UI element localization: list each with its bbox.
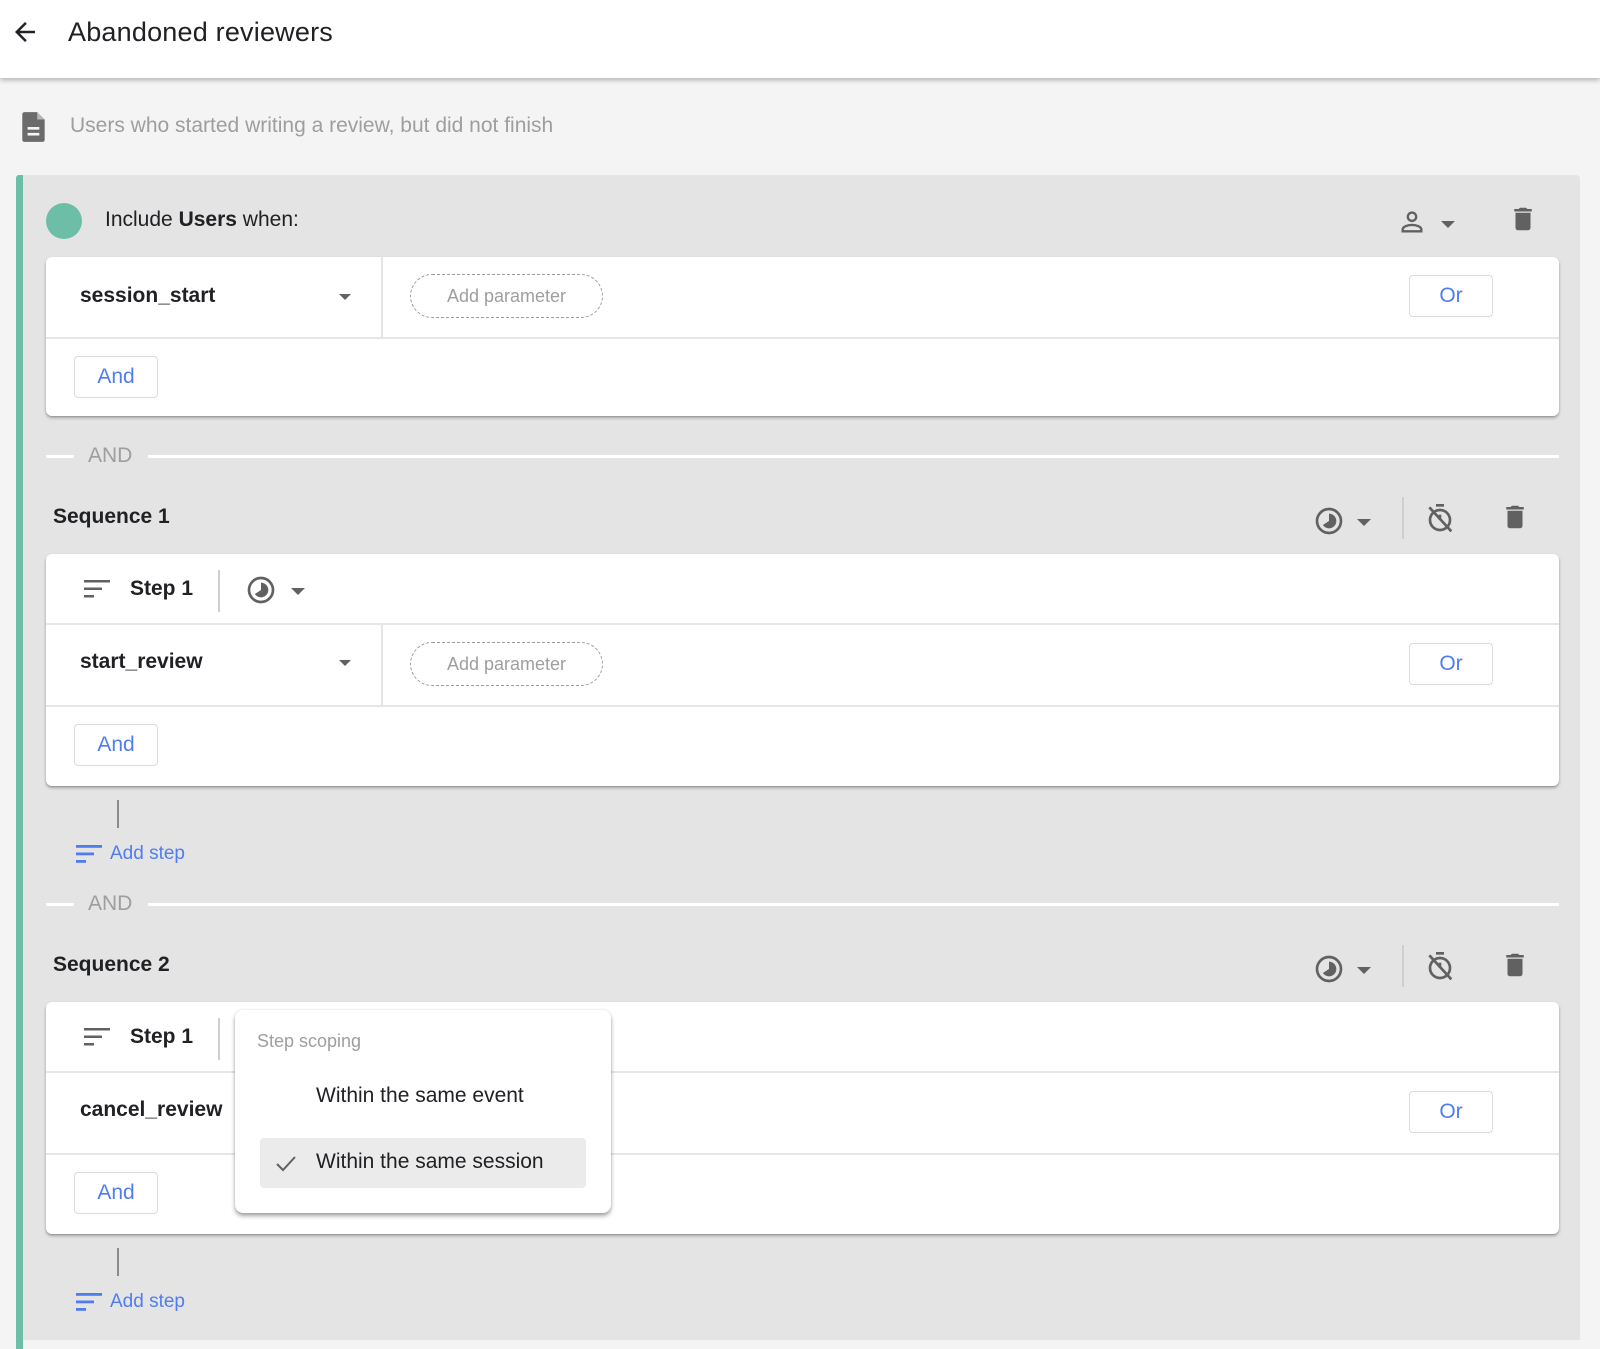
or-button[interactable]: Or — [1409, 1091, 1493, 1133]
check-icon — [276, 1156, 296, 1172]
include-condition-card: session_start Add parameter Or And — [46, 257, 1559, 416]
add-step-label: Add step — [110, 1291, 185, 1312]
clock-scope-icon — [1315, 507, 1343, 535]
add-parameter-button[interactable]: Add parameter — [410, 274, 603, 318]
timer-off-icon — [1428, 952, 1453, 981]
menu-title: Step scoping — [257, 1031, 362, 1051]
event-name[interactable]: start_review — [80, 650, 203, 674]
panel-divider — [23, 1340, 1580, 1344]
sequence-scope-button[interactable] — [1313, 505, 1377, 537]
event-dropdown-caret[interactable] — [339, 294, 351, 300]
trash-icon — [1506, 505, 1524, 529]
event-dropdown-caret[interactable] — [339, 660, 351, 666]
delete-sequence-button[interactable] — [1500, 502, 1530, 532]
menu-item-same-event[interactable]: Within the same event — [260, 1072, 586, 1122]
time-constraint-button[interactable] — [1424, 502, 1456, 534]
menu-item-same-session[interactable]: Within the same session — [260, 1138, 586, 1188]
add-step-icon — [76, 1293, 102, 1311]
app-header: Abandoned reviewers — [0, 0, 1600, 78]
event-name[interactable]: session_start — [80, 284, 215, 308]
and-separator: AND — [46, 892, 1559, 915]
row-divider — [46, 705, 1559, 707]
separator-line — [148, 455, 1559, 458]
menu-item-label: Within the same session — [316, 1150, 544, 1173]
include-prefix: Include — [105, 208, 173, 231]
sequence-step-card: Step 1 start_review Add parameter Or And — [46, 554, 1559, 786]
clock-scope-icon — [1315, 955, 1343, 983]
menu-item-label: Within the same event — [316, 1084, 524, 1107]
include-group-accent-bar — [16, 175, 23, 1349]
separator-line — [148, 903, 1559, 906]
step-header-divider — [218, 1018, 220, 1060]
step-scope-button[interactable] — [245, 574, 309, 606]
delete-sequence-button[interactable] — [1500, 950, 1530, 980]
sequence-title: Sequence 1 — [53, 505, 170, 528]
separator-line — [46, 903, 74, 906]
step-label: Step 1 — [130, 577, 194, 600]
step-connector — [117, 1248, 119, 1276]
sequence-title: Sequence 2 — [53, 953, 170, 976]
column-divider — [381, 257, 383, 337]
scope-selector-button[interactable] — [1398, 208, 1458, 238]
trash-icon — [1506, 953, 1524, 977]
back-button[interactable] — [10, 17, 40, 47]
chevron-down-icon — [1441, 221, 1455, 228]
include-indicator-dot — [46, 203, 82, 239]
document-icon — [22, 112, 45, 142]
arrow-back-icon — [15, 22, 35, 42]
include-header: Include Users when: — [105, 208, 299, 232]
toolbar-divider — [1402, 945, 1404, 987]
step-connector — [117, 800, 119, 828]
include-suffix: when: — [242, 208, 299, 231]
or-button[interactable]: Or — [1409, 643, 1493, 685]
or-button[interactable]: Or — [1409, 275, 1493, 317]
event-name[interactable]: cancel_review — [80, 1098, 222, 1122]
page-title: Abandoned reviewers — [68, 17, 333, 47]
add-step-label: Add step — [110, 843, 185, 864]
row-divider — [46, 337, 1559, 339]
person-icon — [1401, 211, 1423, 233]
add-step-button[interactable]: Add step — [76, 1289, 185, 1315]
column-divider — [381, 625, 383, 705]
sequence-scope-button[interactable] — [1313, 953, 1377, 985]
time-constraint-button[interactable] — [1424, 950, 1456, 982]
segment-description[interactable]: Users who started writing a review, but … — [70, 114, 553, 138]
timer-off-icon — [1428, 504, 1453, 533]
and-button[interactable]: And — [74, 1172, 158, 1214]
include-scope: Users — [178, 208, 237, 231]
step-sort-icon — [84, 580, 110, 598]
chevron-down-icon — [291, 588, 305, 595]
and-separator-label: AND — [88, 892, 133, 915]
separator-line — [46, 455, 74, 458]
trash-icon — [1514, 207, 1532, 231]
step-label: Step 1 — [130, 1025, 194, 1048]
add-step-icon — [76, 845, 102, 863]
and-separator: AND — [46, 444, 1559, 467]
row-divider — [46, 623, 1559, 625]
delete-include-button[interactable] — [1508, 204, 1538, 234]
and-button[interactable]: And — [74, 356, 158, 398]
step-header-divider — [218, 570, 220, 612]
and-separator-label: AND — [88, 444, 133, 467]
clock-scope-icon — [247, 576, 275, 604]
chevron-down-icon — [1357, 519, 1371, 526]
add-parameter-button[interactable]: Add parameter — [410, 642, 603, 686]
toolbar-divider — [1402, 497, 1404, 539]
chevron-down-icon — [1357, 967, 1371, 974]
add-step-button[interactable]: Add step — [76, 841, 185, 867]
step-sort-icon — [84, 1028, 110, 1046]
step-scoping-menu: Step scoping Within the same event Withi… — [235, 1010, 611, 1213]
and-button[interactable]: And — [74, 724, 158, 766]
